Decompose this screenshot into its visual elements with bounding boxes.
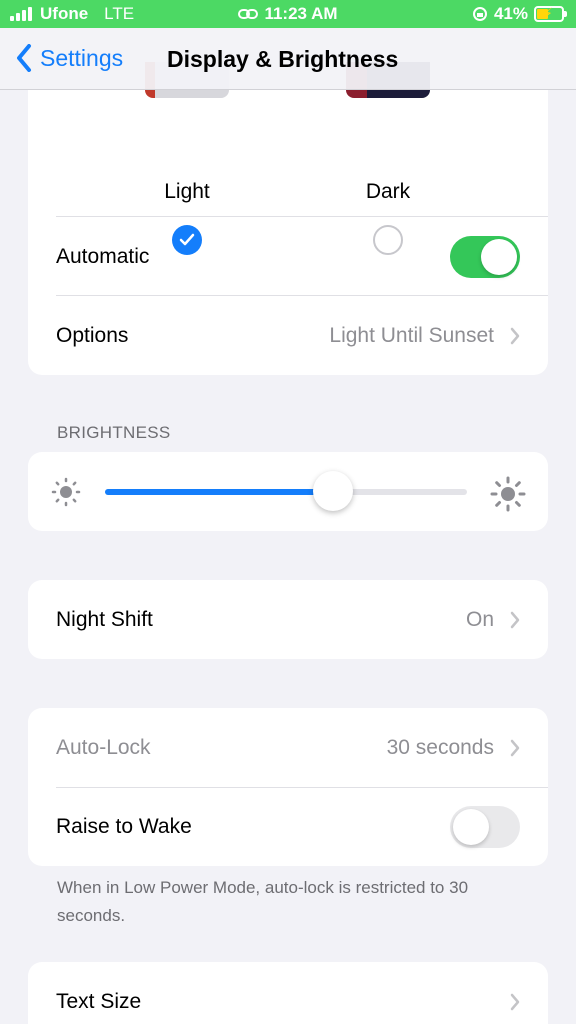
battery-percent: 41% bbox=[493, 4, 528, 23]
clock-time: 11:23 AM bbox=[264, 4, 338, 23]
chevron-right-icon bbox=[510, 739, 520, 756]
raise-to-wake-toggle[interactable] bbox=[450, 805, 520, 848]
page-title: Display & Brightness bbox=[167, 46, 399, 72]
battery-icon: ⚡ bbox=[534, 5, 567, 22]
chevron-right-icon bbox=[510, 327, 520, 344]
brightness-card bbox=[28, 452, 548, 531]
status-bar: Ufone LTE 11:23 AM 41% ⚡ bbox=[0, 0, 576, 28]
automatic-label: Automatic bbox=[56, 244, 150, 268]
rotation-lock-icon bbox=[472, 7, 487, 21]
night-shift-row[interactable]: Night Shift On bbox=[28, 580, 548, 659]
lock-card: Auto-Lock 30 seconds Raise to Wake bbox=[28, 708, 548, 866]
back-label: Settings bbox=[40, 44, 124, 71]
chevron-left-icon bbox=[17, 44, 31, 72]
brightness-slider[interactable] bbox=[105, 489, 467, 495]
appearance-card: Light Dark Automatic Options Light Until… bbox=[28, 62, 548, 375]
options-value: Light Until Sunset bbox=[329, 323, 494, 347]
text-size-card: Text Size bbox=[28, 962, 548, 1024]
low-power-footnote: When in Low Power Mode, auto-lock is res… bbox=[57, 878, 469, 925]
status-right: 41% ⚡ bbox=[472, 4, 567, 24]
chevron-right-icon bbox=[510, 611, 520, 628]
options-row[interactable]: Options Light Until Sunset bbox=[28, 296, 548, 375]
brightness-header: BRIGHTNESS bbox=[57, 423, 171, 442]
slider-fill bbox=[105, 489, 334, 495]
auto-lock-label: Auto-Lock bbox=[56, 735, 151, 759]
back-button[interactable]: Settings bbox=[16, 44, 123, 72]
sun-small-icon bbox=[51, 477, 81, 507]
navigation-bar: Settings Display & Brightness bbox=[0, 28, 576, 90]
sun-large-icon bbox=[490, 476, 526, 512]
dark-label[interactable]: Dark bbox=[328, 180, 448, 204]
link-icon bbox=[238, 9, 259, 19]
light-label[interactable]: Light bbox=[127, 180, 247, 204]
raise-to-wake-label: Raise to Wake bbox=[56, 814, 192, 838]
auto-lock-row[interactable]: Auto-Lock 30 seconds bbox=[28, 708, 548, 787]
text-size-row[interactable]: Text Size bbox=[28, 962, 548, 1024]
slider-thumb[interactable] bbox=[313, 471, 354, 511]
auto-lock-value: 30 seconds bbox=[386, 735, 494, 759]
raise-to-wake-row: Raise to Wake bbox=[28, 787, 548, 866]
options-label: Options bbox=[56, 323, 129, 347]
automatic-row: Automatic bbox=[28, 217, 548, 296]
night-shift-value: On bbox=[465, 607, 494, 631]
chevron-right-icon bbox=[510, 993, 520, 1010]
night-shift-card: Night Shift On bbox=[28, 580, 548, 659]
automatic-toggle[interactable] bbox=[450, 235, 520, 278]
text-size-label: Text Size bbox=[56, 989, 142, 1013]
night-shift-label: Night Shift bbox=[56, 607, 153, 631]
